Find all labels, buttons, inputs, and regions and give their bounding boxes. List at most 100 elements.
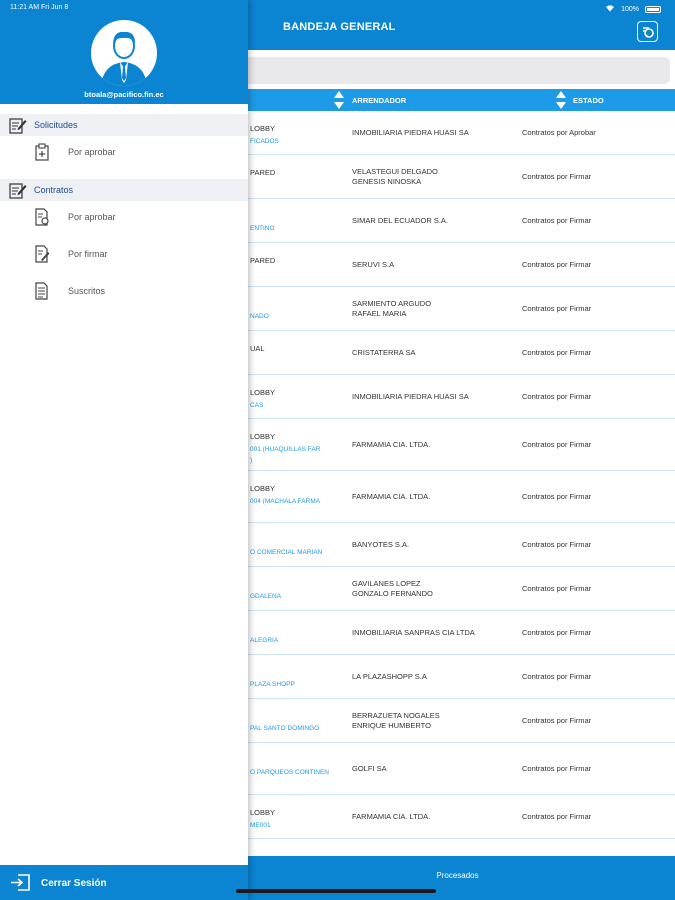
cell-location: LOBBY FICADOS — [250, 123, 345, 147]
cell-arrendador: FARMAMIA CIA. LTDA. — [352, 812, 431, 821]
cell-estado: Contratos por Firmar — [522, 540, 592, 549]
column-header-estado[interactable]: ESTADO — [573, 96, 604, 105]
cell-location-type: PARED — [250, 168, 276, 177]
wifi-icon — [605, 4, 615, 14]
battery-icon — [645, 5, 661, 13]
app-screen: 100% BANDEJA GENERAL N ARRENDADOR ESTADO… — [0, 0, 675, 900]
section-solicitudes: Solicitudes — [0, 114, 248, 136]
cell-location-name: CAS — [250, 402, 264, 409]
cell-estado: Contratos por Firmar — [522, 216, 592, 225]
cell-arrendador: INMOBILIARIA SANPRAS CIA LTDA — [352, 628, 475, 637]
menu-item-label: Suscritos — [68, 286, 106, 296]
cell-location-name: O PARQUEOS CONTINEN — [250, 769, 329, 776]
cell-location-type: LOBBY — [250, 432, 276, 441]
cell-location: O PARQUEOS CONTINEN — [250, 755, 345, 778]
menu-item-solicitudes-por-aprobar[interactable]: Por aprobar — [0, 137, 248, 167]
cell-location-name: ME001 — [250, 822, 271, 829]
cell-estado: Contratos por Firmar — [522, 440, 592, 449]
cell-estado: Contratos por Firmar — [522, 584, 592, 593]
cell-arrendador: BERRAZUETA NOGALES ENRIQUE HUMBERTO — [352, 711, 440, 730]
cell-estado: Contratos por Firmar — [522, 716, 592, 725]
menu-item-label: Por aprobar — [68, 147, 116, 157]
search-input[interactable] — [240, 57, 670, 84]
menu-item-contratos-suscritos[interactable]: Suscritos — [0, 276, 248, 306]
cell-location-name: ALEGRIA — [250, 637, 279, 644]
status-bar-right: 100% — [605, 4, 661, 14]
logout-icon — [10, 874, 30, 891]
cell-location: O COMERCIAL MARIAN — [250, 535, 345, 558]
cell-location: PLAZA SHOPP — [250, 667, 345, 690]
cell-location: PARED — [250, 167, 345, 180]
cell-location-type: LOBBY — [250, 808, 276, 817]
status-time-date: 11:21 AM Fri Jun 8 — [10, 4, 69, 11]
cell-location: ALEGRIA — [250, 623, 345, 646]
cell-location: PAL SANTO DOMINGO — [250, 711, 345, 734]
cell-location-type: PARED — [250, 256, 276, 265]
cell-location-type: LOBBY — [250, 388, 276, 397]
document-edit-icon — [9, 117, 27, 134]
cell-location-name: O COMERCIAL MARIAN — [250, 549, 323, 556]
cell-estado: Contratos por Firmar — [522, 392, 592, 401]
menu-item-label: Por aprobar — [68, 212, 116, 222]
cell-location-name: NADO — [250, 313, 269, 320]
cell-location: NADO — [250, 299, 345, 322]
user-email: btoala@pacifico.fin.ec — [84, 90, 164, 99]
cell-arrendador: SIMAR DEL ECUADOR S.A. — [352, 216, 448, 225]
section-contratos: Contratos — [0, 179, 248, 201]
cell-location-name: PLAZA SHOPP — [250, 681, 295, 688]
document-settings-icon — [34, 208, 50, 226]
cell-estado: Contratos por Firmar — [522, 172, 592, 181]
cell-estado: Contratos por Firmar — [522, 260, 592, 269]
cell-location: LOBBY ME001 — [250, 807, 345, 831]
cell-location-name: PAL SANTO DOMINGO — [250, 725, 320, 732]
menu-item-contratos-por-firmar[interactable]: Por firmar — [0, 239, 248, 269]
cell-arrendador: LA PLAZASHOPP S.A — [352, 672, 427, 681]
user-avatar-icon — [91, 20, 157, 86]
cell-location: LOBBY CAS — [250, 387, 345, 411]
filter-document-icon[interactable] — [637, 21, 658, 42]
side-drawer: 11:21 AM Fri Jun 8 btoala@pacifico.fin.e… — [0, 0, 248, 900]
cell-estado: Contratos por Aprobar — [522, 128, 596, 137]
sort-icon[interactable] — [556, 91, 566, 109]
cell-arrendador: INMOBILIARIA PIEDRA HUASI SA — [352, 128, 469, 137]
sort-icon[interactable] — [334, 91, 344, 109]
document-list-icon — [34, 282, 50, 300]
cell-location: LOBBY 004 (MACHALA FARMA — [250, 483, 345, 507]
tab-procesados[interactable]: Procesados — [240, 856, 675, 900]
cell-arrendador: FARMAMIA CIA. LTDA. — [352, 492, 431, 501]
cell-location-name: ENTINO — [250, 225, 275, 232]
cell-arrendador: INMOBILIARIA PIEDRA HUASI SA — [352, 392, 469, 401]
cell-estado: Contratos por Firmar — [522, 764, 592, 773]
clipboard-icon — [34, 143, 50, 161]
logout-label: Cerrar Sesión — [41, 878, 107, 889]
tab-procesados-label: Procesados — [436, 871, 479, 880]
cell-estado: Contratos por Firmar — [522, 492, 592, 501]
cell-arrendador: CRISTATERRA SA — [352, 348, 416, 357]
cell-estado: Contratos por Firmar — [522, 812, 592, 821]
home-indicator — [236, 889, 436, 893]
cell-location: LOBBY 001 (HUAQUILLAS FAR ) — [250, 431, 345, 466]
cell-estado: Contratos por Firmar — [522, 304, 592, 313]
drawer-header: 11:21 AM Fri Jun 8 btoala@pacifico.fin.e… — [0, 0, 248, 104]
cell-estado: Contratos por Firmar — [522, 348, 592, 357]
menu-item-label: Por firmar — [68, 249, 108, 259]
cell-location-name: GDALENA — [250, 593, 282, 600]
section-solicitudes-label: Solicitudes — [34, 120, 78, 130]
cell-location-type: UAL — [250, 344, 265, 353]
cell-location-type: LOBBY — [250, 124, 276, 133]
cell-arrendador: SARMIENTO ARGUDO RAFAEL MARIA — [352, 299, 432, 318]
logout-button[interactable]: Cerrar Sesión — [0, 865, 248, 900]
page-title: BANDEJA GENERAL — [283, 21, 396, 33]
menu-item-contratos-por-aprobar[interactable]: Por aprobar — [0, 202, 248, 232]
cell-arrendador: GOLFI SA — [352, 764, 387, 773]
section-contratos-label: Contratos — [34, 185, 74, 195]
document-sign-icon — [34, 245, 50, 263]
cell-estado: Contratos por Firmar — [522, 628, 592, 637]
cell-arrendador: BANYOTES S.A. — [352, 540, 410, 549]
cell-arrendador: FARMAMIA CIA. LTDA. — [352, 440, 431, 449]
column-header-arrendador[interactable]: ARRENDADOR — [352, 96, 406, 105]
cell-location: UAL — [250, 343, 345, 356]
cell-location-type: LOBBY — [250, 484, 276, 493]
cell-location: ENTINO — [250, 211, 345, 234]
cell-location-name: FICADOS — [250, 138, 279, 145]
